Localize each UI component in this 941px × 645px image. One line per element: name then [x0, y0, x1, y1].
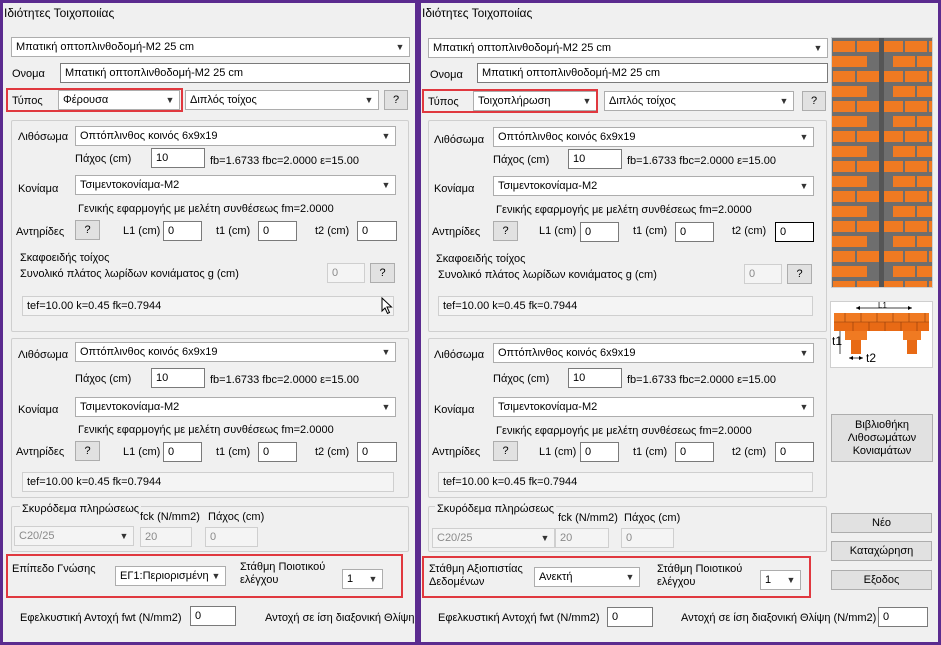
right-window-frame	[418, 0, 941, 645]
left-window-frame	[0, 0, 418, 645]
right-window: Ιδιότητες Τοιχοποιίας Μπατική οπτοπλινθο…	[418, 0, 941, 645]
left-window: Ιδιότητες Τοιχοποιίας Μπατική οπτοπλινθο…	[0, 0, 418, 645]
